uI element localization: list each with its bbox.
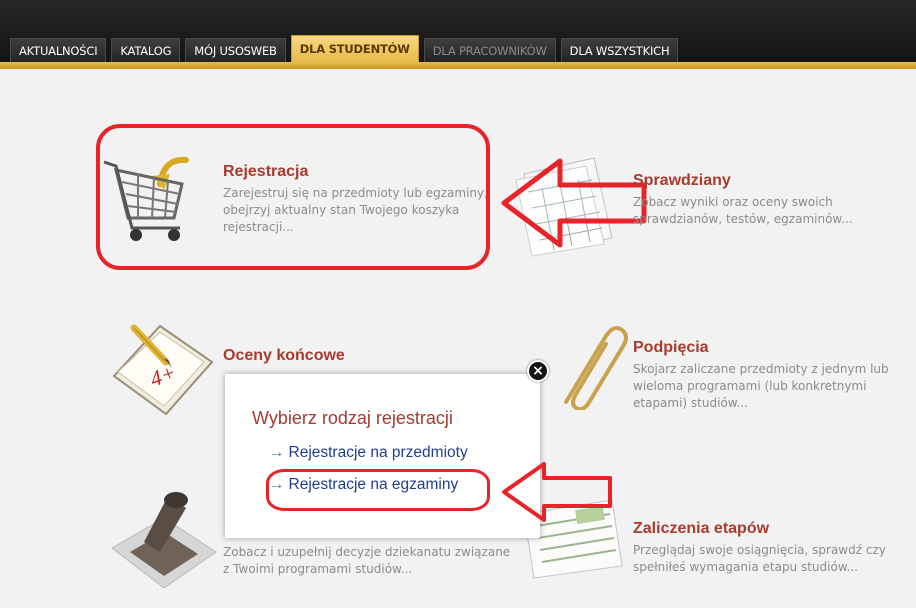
section-sprawdziany: Sprawdziany Zobacz wyniki oraz oceny swo… [633,172,903,228]
sprawdziany-title[interactable]: Sprawdziany [633,172,903,190]
tab-dla-studentow[interactable]: DLA STUDENTÓW [290,35,419,62]
section-podpiecia: Podpięcia Skojarz zaliczane przedmioty z… [633,339,908,412]
close-icon[interactable]: × [527,360,549,382]
link-przedmioty-label[interactable]: Rejestracje na przedmioty [289,444,468,462]
annotation-arrow-left-icon [502,462,612,522]
tab-moj-usosweb[interactable]: MÓJ USOSWEB [185,38,286,62]
grade-book-icon[interactable]: 4+ [104,318,219,418]
top-navigation-bar: AKTUALNOŚCI KATALOG MÓJ USOSWEB DLA STUD… [0,0,916,62]
stamp-icon[interactable] [108,488,220,598]
tab-katalog[interactable]: KATALOG [111,38,181,62]
podpiecia-description: Skojarz zaliczane przedmioty z jednym lu… [633,362,889,410]
tab-dla-pracownikow[interactable]: DLA PRACOWNIKÓW [423,38,556,62]
podpiecia-title[interactable]: Podpięcia [633,339,908,357]
tab-aktualnosci[interactable]: AKTUALNOŚCI [10,38,107,62]
sprawdziany-description: Zobacz wyniki oraz oceny swoich sprawdzi… [633,195,853,226]
decyzje-description: Zobacz i uzupełnij decyzje dziekanatu zw… [223,545,511,576]
section-decyzje: Zobacz i uzupełnij decyzje dziekanatu zw… [223,544,513,578]
main-tabs: AKTUALNOŚCI KATALOG MÓJ USOSWEB DLA STUD… [10,35,683,62]
paperclip-icon [564,326,628,410]
annotation-highlight-box [96,124,490,270]
link-rejestracje-na-przedmioty[interactable]: → Rejestracje na przedmioty [269,444,468,462]
section-oceny-koncowe: Oceny końcowe [223,347,523,369]
annotation-arrow-left-icon [501,158,647,248]
zaliczenia-title[interactable]: Zaliczenia etapów [633,520,908,538]
popup-title: Wybierz rodzaj rejestracji [252,408,453,428]
section-zaliczenia-etapow: Zaliczenia etapów Przeglądaj swoje osiąg… [633,520,908,576]
annotation-highlight-oval [266,469,490,511]
oceny-title[interactable]: Oceny końcowe [223,347,523,365]
tab-dla-wszystkich[interactable]: DLA WSZYSTKICH [560,38,679,62]
registration-type-popup: Wybierz rodzaj rejestracji → Rejestracje… [225,374,540,538]
arrow-right-icon: → [269,444,285,461]
nav-underline [0,62,916,69]
zaliczenia-description: Przeglądaj swoje osiągnięcia, sprawdź cz… [633,543,886,574]
